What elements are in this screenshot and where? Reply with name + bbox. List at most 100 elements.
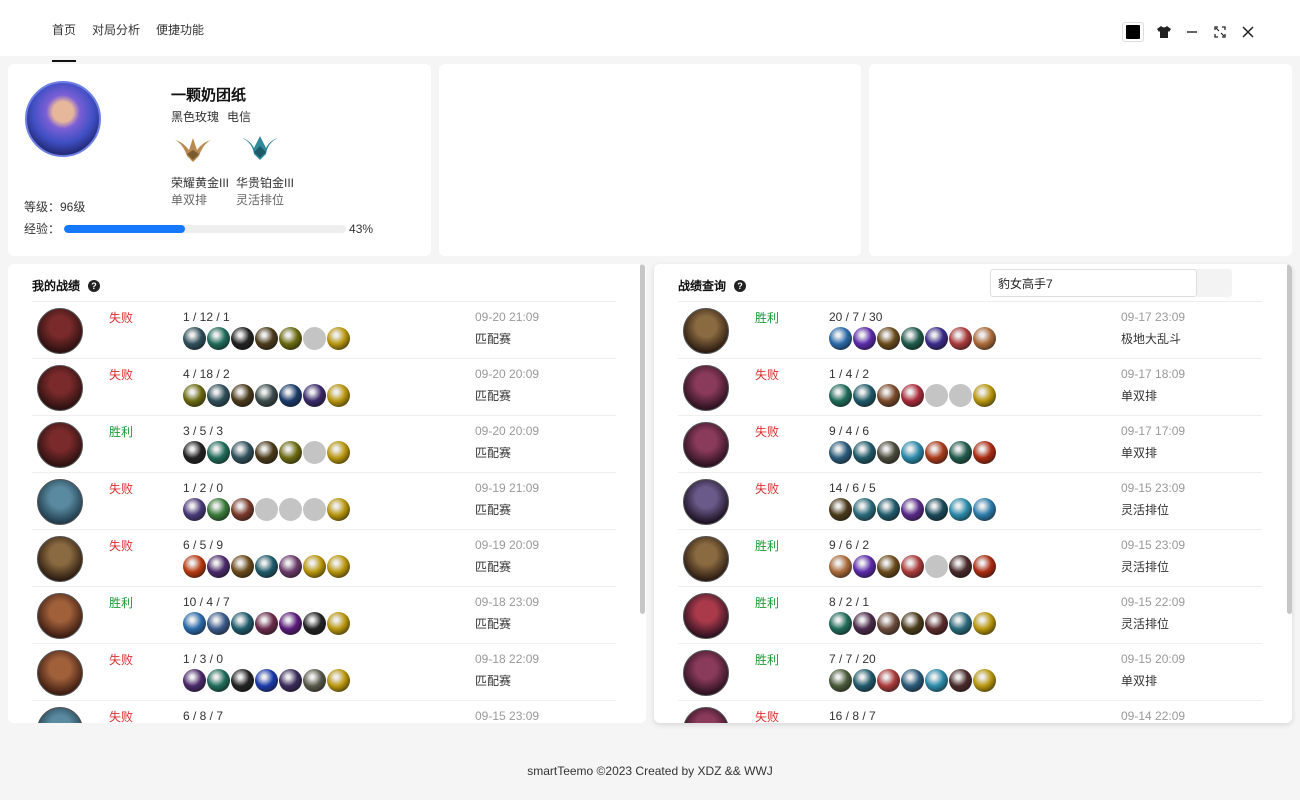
match-kda: 6 / 5 / 9	[183, 538, 224, 552]
item-icon	[231, 612, 254, 635]
item-build	[183, 669, 350, 692]
search-button[interactable]: 搜	[1197, 269, 1232, 297]
match-row[interactable]: 胜利 7 / 7 / 20 09-15 20:09 单双排	[678, 643, 1262, 700]
match-row[interactable]: 失败 14 / 6 / 5 09-15 23:09 灵活排位	[678, 472, 1262, 529]
item-icon	[829, 441, 852, 464]
match-mode: 极地大乱斗	[1121, 332, 1182, 346]
item-build	[183, 327, 350, 350]
match-kda: 3 / 5 / 3	[183, 424, 224, 438]
item-icon	[327, 555, 350, 578]
match-result: 胜利	[755, 653, 780, 667]
match-time: 09-18 22:09	[475, 652, 540, 666]
match-kda: 1 / 4 / 2	[829, 367, 870, 381]
match-time: 09-20 20:09	[475, 424, 540, 438]
nav-match-analysis[interactable]: 对局分析	[92, 0, 140, 62]
help-icon[interactable]: ?	[88, 279, 101, 292]
profile-avatar	[25, 81, 101, 157]
match-result: 失败	[109, 653, 134, 667]
theme-toggle-button[interactable]	[1122, 22, 1144, 42]
item-icon	[231, 669, 254, 692]
match-result: 失败	[109, 539, 134, 553]
close-icon[interactable]	[1240, 23, 1256, 41]
match-kda: 4 / 18 / 2	[183, 367, 230, 381]
match-result: 失败	[109, 311, 134, 325]
item-icon	[183, 498, 206, 521]
item-icon	[877, 327, 900, 350]
skin-icon[interactable]	[1156, 23, 1172, 41]
summoner-search-input[interactable]	[990, 269, 1197, 297]
item-icon	[279, 327, 302, 350]
exp-percent: 43%	[349, 221, 374, 236]
nav-quick-features[interactable]: 便捷功能	[156, 0, 204, 62]
item-icon	[973, 612, 996, 635]
profile-card: 一颗奶团纸 黑色玫瑰 电信 荣耀黄金III 单双排 华贵铂金III 灵活排位 等…	[8, 64, 431, 256]
match-row[interactable]: 失败 1 / 3 / 0 09-18 22:09 匹配赛	[32, 643, 616, 700]
match-row[interactable]: 失败 1 / 4 / 2 09-17 18:09 单双排	[678, 358, 1262, 415]
item-icon	[279, 555, 302, 578]
match-row[interactable]: 失败 4 / 18 / 2 09-20 20:09 匹配赛	[32, 358, 616, 415]
nav-home[interactable]: 首页	[52, 0, 77, 62]
item-build	[829, 669, 996, 692]
item-icon	[255, 612, 278, 635]
match-kda: 1 / 12 / 1	[183, 310, 230, 324]
match-row[interactable]: 失败6 / 8 / 709-15 23:09匹配赛	[32, 700, 616, 723]
match-kda: 6 / 8 / 7	[183, 709, 224, 723]
match-row[interactable]: 失败 6 / 5 / 9 09-19 20:09 匹配赛	[32, 529, 616, 586]
match-row[interactable]: 胜利 3 / 5 / 3 09-20 20:09 匹配赛	[32, 415, 616, 472]
my-matches-title: 我的战绩 ?	[32, 277, 101, 294]
match-time: 09-20 20:09	[475, 367, 540, 381]
minimize-icon[interactable]	[1184, 23, 1200, 41]
match-mode: 匹配赛	[475, 389, 512, 403]
item-icon	[853, 612, 876, 635]
match-mode: 单双排	[1121, 446, 1158, 460]
match-row[interactable]: 胜利 9 / 6 / 2 09-15 23:09 灵活排位	[678, 529, 1262, 586]
query-matches-scrollbar[interactable]	[1287, 264, 1292, 614]
item-icon	[949, 498, 972, 521]
item-icon	[853, 327, 876, 350]
item-icon	[853, 384, 876, 407]
server-name: 黑色玫瑰	[171, 110, 220, 124]
item-icon	[829, 669, 852, 692]
query-matches-title: 战绩查询 ?	[678, 277, 747, 294]
item-icon	[853, 441, 876, 464]
match-row[interactable]: 失败 9 / 4 / 6 09-17 17:09 单双排	[678, 415, 1262, 472]
item-build	[183, 612, 350, 635]
footer-credit: smartTeemo ©2023 Created by XDZ && WWJ	[527, 764, 773, 778]
summoner-level: 等级：96级	[24, 200, 86, 214]
query-match-list: 胜利 20 / 7 / 30 09-17 23:09 极地大乱斗 失败 1 / 4 / 2…	[678, 301, 1262, 723]
my-matches-scrollbar[interactable]	[640, 264, 645, 614]
item-icon	[327, 612, 350, 635]
window-controls	[1122, 22, 1256, 42]
search-button-label: 搜	[1209, 279, 1220, 291]
match-row[interactable]: 失败 1 / 12 / 1 09-20 21:09 匹配赛	[32, 301, 616, 358]
champion-avatar	[37, 650, 83, 696]
champion-avatar	[37, 479, 83, 525]
item-build	[183, 441, 350, 464]
match-result: 胜利	[109, 425, 134, 439]
champion-avatar	[37, 593, 83, 639]
match-row[interactable]: 失败16 / 8 / 709-14 22:09单双排	[678, 700, 1262, 723]
match-mode: 匹配赛	[475, 674, 512, 688]
match-kda: 9 / 6 / 2	[829, 538, 870, 552]
item-icon	[255, 555, 278, 578]
fullscreen-icon[interactable]	[1212, 23, 1228, 41]
match-row[interactable]: 胜利 10 / 4 / 7 09-18 23:09 匹配赛	[32, 586, 616, 643]
solo-rank: 荣耀黄金III 单双排	[171, 175, 229, 209]
match-row[interactable]: 失败 1 / 2 / 0 09-19 21:09 匹配赛	[32, 472, 616, 529]
empty-item-slot	[279, 498, 302, 521]
champion-avatar	[683, 593, 729, 639]
item-build	[829, 327, 996, 350]
match-mode: 灵活排位	[1121, 503, 1170, 517]
item-icon	[207, 384, 230, 407]
item-icon	[231, 384, 254, 407]
match-row[interactable]: 胜利 20 / 7 / 30 09-17 23:09 极地大乱斗	[678, 301, 1262, 358]
item-build	[183, 555, 350, 578]
champion-avatar	[37, 365, 83, 411]
help-icon[interactable]: ?	[734, 279, 747, 292]
item-icon	[973, 498, 996, 521]
match-kda: 16 / 8 / 7	[829, 709, 876, 723]
item-icon	[183, 384, 206, 407]
item-icon	[901, 612, 924, 635]
gold-rank-emblem-icon	[175, 138, 211, 162]
match-row[interactable]: 胜利 8 / 2 / 1 09-15 22:09 灵活排位	[678, 586, 1262, 643]
